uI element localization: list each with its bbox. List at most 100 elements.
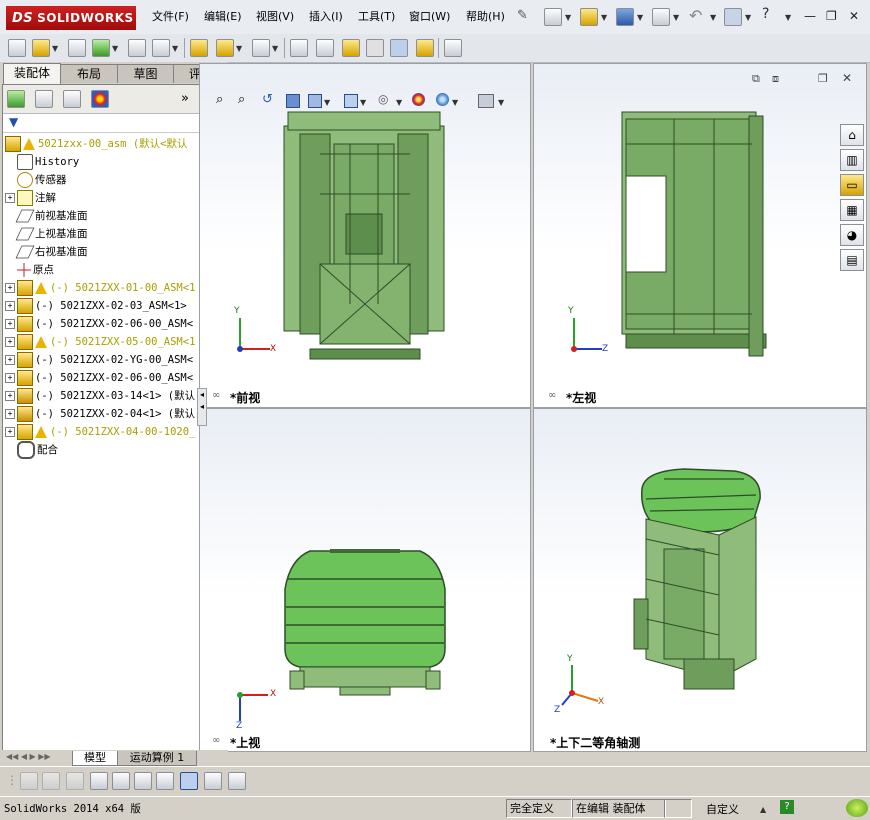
tree-item[interactable]: 前视基准面 — [5, 207, 199, 225]
linear-pattern-icon[interactable] — [68, 39, 86, 57]
tab-layout[interactable]: 布局 — [60, 64, 118, 83]
tree-item[interactable]: + (-) 5021ZXX-02-04<1> (默认 — [5, 405, 199, 423]
instant3d-icon[interactable] — [444, 39, 462, 57]
appearances-icon[interactable]: ◕ — [840, 224, 864, 246]
solidworks-logo[interactable]: DS SOLIDWORKS — [6, 6, 136, 30]
chevron-down-icon[interactable]: ▼ — [745, 13, 751, 22]
pin-icon[interactable]: ✎ — [517, 8, 528, 23]
reference-geometry-icon[interactable] — [216, 39, 234, 57]
shaded-icon[interactable] — [42, 772, 60, 790]
assembly-features-icon[interactable] — [190, 39, 208, 57]
two-view-icon[interactable] — [204, 772, 222, 790]
tab-motion-study[interactable]: 运动算例 1 — [117, 751, 197, 766]
filter-icon[interactable]: ▼ — [9, 115, 18, 129]
explode-line-sketch-icon[interactable] — [342, 39, 360, 57]
move-component-icon[interactable] — [128, 39, 146, 57]
custom-properties-icon[interactable]: ▤ — [840, 249, 864, 271]
expand-panel-icon[interactable]: » — [181, 91, 189, 106]
expand-icon[interactable]: + — [5, 427, 15, 437]
hidden-lines-removed-icon[interactable] — [66, 772, 84, 790]
tree-item[interactable]: + (-) 5021ZXX-04-00-1020_ — [5, 423, 199, 441]
tree-item[interactable]: History — [5, 153, 199, 171]
expand-icon[interactable]: + — [5, 337, 15, 347]
open-folder-icon[interactable] — [580, 8, 598, 26]
select-arrow-icon[interactable] — [724, 8, 742, 26]
clearance-verification-icon[interactable] — [390, 39, 408, 57]
expand-icon[interactable]: + — [5, 301, 15, 311]
section-icon[interactable] — [134, 772, 152, 790]
feature-tree-icon[interactable] — [7, 90, 25, 108]
new-motion-study-icon[interactable] — [252, 39, 270, 57]
tree-item[interactable]: 原点 — [5, 261, 199, 279]
home-icon[interactable]: ⌂ — [840, 124, 864, 146]
help-status-icon[interactable]: ? — [780, 800, 794, 814]
chevron-down-icon[interactable]: ▼ — [565, 13, 571, 22]
minimize-icon[interactable]: — — [804, 9, 816, 23]
chevron-down-icon[interactable]: ▼ — [710, 13, 716, 22]
chevron-up-icon[interactable]: ▲ — [760, 805, 766, 814]
tree-item[interactable]: + 注解 — [5, 189, 199, 207]
tab-sketch[interactable]: 草图 — [117, 64, 174, 83]
expand-icon[interactable]: + — [5, 283, 15, 293]
close-icon[interactable]: ✕ — [849, 9, 859, 23]
chevron-down-icon[interactable]: ▼ — [172, 44, 178, 53]
chevron-down-icon[interactable]: ▼ — [637, 13, 643, 22]
configuration-manager-icon[interactable] — [63, 90, 81, 108]
shaded-edges-icon[interactable] — [20, 772, 38, 790]
mate-icon[interactable] — [32, 39, 50, 57]
viewport-front[interactable]: ⌕ ⌕ ↺ ▼ ▼ ◎ ▼ ▼ ▼ Y X ∞ *前视 — [199, 63, 531, 408]
expand-icon[interactable]: + — [5, 193, 15, 203]
menu-tools[interactable]: 工具(T) — [358, 8, 395, 24]
expand-icon[interactable]: + — [5, 391, 15, 401]
menu-edit[interactable]: 编辑(E) — [204, 8, 242, 24]
tree-root[interactable]: 5021zxx-00_asm (默认<默认 — [5, 135, 199, 153]
expand-icon[interactable]: + — [5, 319, 15, 329]
tree-item[interactable]: + (-) 5021ZXX-03-14<1> (默认 — [5, 387, 199, 405]
restore-icon[interactable]: ❐ — [826, 9, 837, 23]
chevron-down-icon[interactable]: ▼ — [272, 44, 278, 53]
chevron-down-icon[interactable]: ▼ — [236, 44, 242, 53]
tree-item[interactable]: + (-) 5021ZXX-02-06-00_ASM< — [5, 315, 199, 333]
help-icon[interactable]: ? — [762, 6, 769, 22]
new-document-icon[interactable] — [544, 8, 562, 26]
notification-icon[interactable] — [846, 799, 868, 817]
chevron-down-icon[interactable]: ▼ — [52, 44, 58, 53]
show-hidden-icon[interactable] — [152, 39, 170, 57]
expand-icon[interactable]: + — [5, 409, 15, 419]
viewport-top[interactable]: X Z ∞ *上视 — [199, 408, 531, 752]
tree-item[interactable]: 配合 — [5, 441, 199, 459]
single-view-icon[interactable] — [180, 772, 198, 790]
tree-filter[interactable]: ▼ — [3, 114, 199, 133]
undo-icon[interactable]: ↶ — [689, 6, 702, 25]
link-view-icon[interactable]: ∞ — [548, 390, 556, 401]
tree-item[interactable]: 上视基准面 — [5, 225, 199, 243]
panel-splitter-handle[interactable]: ◂ ◂ — [197, 388, 207, 426]
tree-item[interactable]: + (-) 5021ZXX-02-06-00_ASM< — [5, 369, 199, 387]
chevron-down-icon[interactable]: ▼ — [601, 13, 607, 22]
interference-detection-icon[interactable] — [366, 39, 384, 57]
hole-alignment-icon[interactable] — [416, 39, 434, 57]
tree-item[interactable]: + (-) 5021ZXX-02-03_ASM<1> — [5, 297, 199, 315]
view-palette-icon[interactable]: ▦ — [840, 199, 864, 221]
tree-item[interactable]: + (-) 5021ZXX-01-00_ASM<1 — [5, 279, 199, 297]
chevron-down-icon[interactable]: ▼ — [785, 13, 791, 22]
menu-view[interactable]: 视图(V) — [256, 8, 294, 24]
tree-item[interactable]: 传感器 — [5, 171, 199, 189]
chevron-down-icon[interactable]: ▼ — [112, 44, 118, 53]
tree-item[interactable]: 右视基准面 — [5, 243, 199, 261]
hidden-lines-visible-icon[interactable] — [90, 772, 108, 790]
link-view-icon[interactable]: ∞ — [212, 735, 220, 746]
tab-assembly[interactable]: 装配体 — [3, 63, 61, 84]
exploded-view-icon[interactable] — [316, 39, 334, 57]
viewport-isometric[interactable]: Y X Z *上下二等角轴测 — [533, 408, 867, 752]
display-manager-icon[interactable] — [91, 90, 109, 108]
four-view-icon[interactable] — [228, 772, 246, 790]
menu-file[interactable]: 文件(F) — [152, 8, 189, 24]
expand-icon[interactable]: + — [5, 373, 15, 383]
tree-item[interactable]: + (-) 5021ZXX-02-YG-00_ASM< — [5, 351, 199, 369]
chevron-down-icon[interactable]: ▼ — [673, 13, 679, 22]
axis-display-icon[interactable] — [156, 772, 174, 790]
menu-help[interactable]: 帮助(H) — [466, 8, 505, 24]
tab-model[interactable]: 模型 — [72, 751, 118, 766]
wireframe-icon[interactable] — [112, 772, 130, 790]
